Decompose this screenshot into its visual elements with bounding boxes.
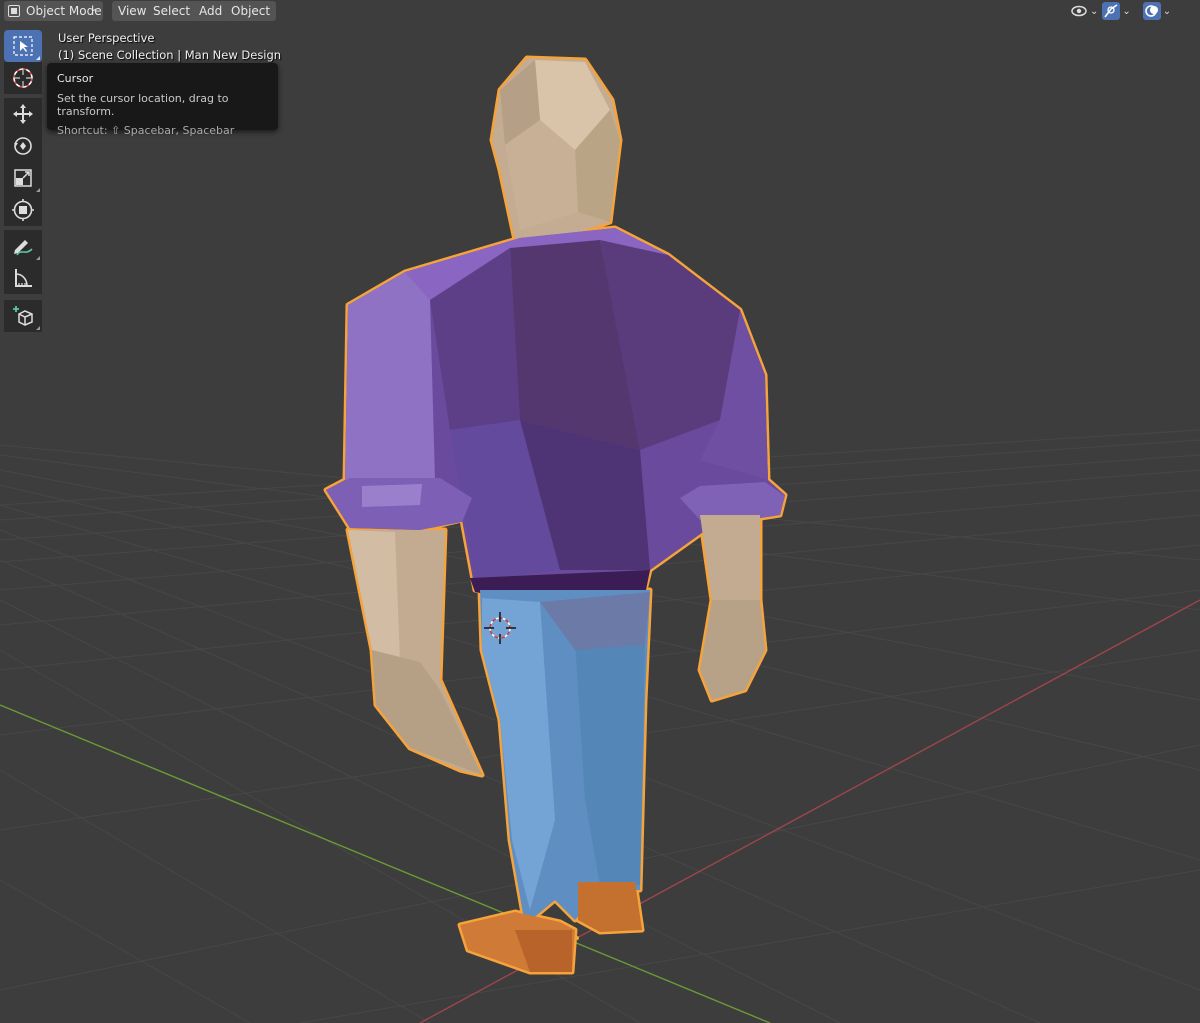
overlay-icon[interactable]: [1142, 2, 1161, 20]
tooltip-title: Cursor: [57, 72, 94, 85]
viewport-controls: ⌄ ⌄ ⌄: [1070, 1, 1175, 21]
perspective-label: User Perspective: [58, 31, 155, 45]
viewport-header: Object Mode ⌄ View Select Add Object ⌄ ⌄…: [0, 0, 1200, 22]
menu-select[interactable]: Select: [147, 1, 197, 21]
tool-transform[interactable]: [4, 194, 42, 226]
tool-rotate[interactable]: [4, 130, 42, 162]
overlay-chevron-icon[interactable]: ⌄: [1163, 6, 1171, 17]
cursor-tooltip: Cursor Set the cursor location, drag to …: [47, 63, 278, 137]
gizmo-chevron-icon[interactable]: ⌄: [1122, 6, 1130, 17]
object-mode-dropdown[interactable]: Object Mode ⌄: [4, 1, 103, 21]
gizmo-icon[interactable]: [1102, 2, 1121, 20]
transform-icon: [12, 199, 34, 221]
tool-annotate[interactable]: [4, 230, 42, 262]
tool-scale[interactable]: [4, 162, 42, 194]
tool-measure[interactable]: [4, 262, 42, 294]
move-icon: [13, 104, 33, 124]
visibility-chevron-icon[interactable]: ⌄: [1090, 6, 1098, 17]
annotate-icon: [14, 240, 33, 256]
origin-point: [575, 936, 579, 940]
tool-move[interactable]: [4, 98, 42, 130]
select-box-icon: [13, 36, 33, 56]
tooltip-description: Set the cursor location, drag to transfo…: [57, 92, 229, 118]
rotate-icon: [14, 137, 32, 155]
collection-label: (1) Scene Collection | Man New Design: [58, 48, 282, 62]
tool-add-cube[interactable]: [4, 300, 42, 332]
menu-object[interactable]: Object: [225, 1, 277, 21]
visibility-icon[interactable]: [1070, 2, 1088, 20]
menu-add[interactable]: Add: [193, 1, 229, 21]
3d-viewport[interactable]: [0, 0, 1200, 1023]
measure-icon: [15, 269, 32, 287]
add-cube-icon: [13, 306, 33, 326]
viewport-info: User Perspective (1) Scene Collection | …: [58, 30, 281, 64]
cursor-icon: [13, 68, 33, 88]
scale-icon: [14, 169, 32, 187]
tool-cursor[interactable]: [4, 62, 42, 94]
chevron-down-icon: ⌄: [89, 3, 98, 14]
object-mode-icon: [8, 5, 20, 17]
tooltip-shortcut: Shortcut: ⇧ Spacebar, Spacebar: [57, 124, 235, 137]
tool-select-box[interactable]: [4, 30, 42, 62]
